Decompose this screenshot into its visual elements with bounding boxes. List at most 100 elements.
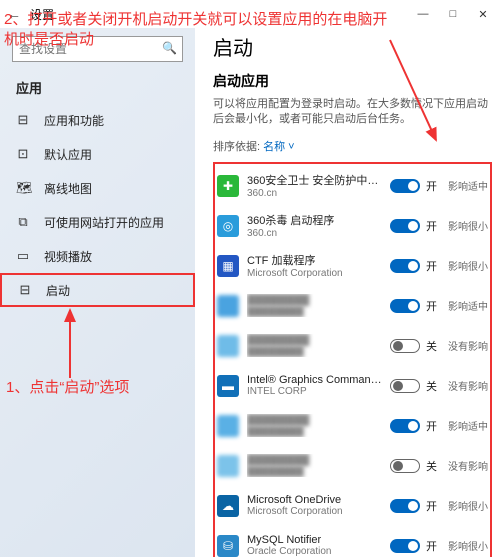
startup-toggle[interactable] bbox=[390, 339, 420, 353]
sidebar-item-label: 可使用网站打开的应用 bbox=[44, 214, 164, 231]
impact-label: 没有影响 bbox=[448, 458, 488, 473]
impact-label: 影响很小 bbox=[448, 258, 488, 273]
maximize-button[interactable]: □ bbox=[438, 0, 468, 28]
settings-window: ← 设置 — □ ✕ 🔍 应用 ⊟应用和功能⊡默认应用🗺离线地图⧉可使用网站打开… bbox=[0, 0, 500, 557]
app-name: ████████ bbox=[247, 414, 382, 426]
sidebar-item-label: 视频播放 bbox=[44, 248, 92, 265]
startup-apps-list: ✚ 360安全卫士 安全防护中心模块 360.cn 开 影响适中 ◎ 360杀毒… bbox=[213, 162, 492, 557]
startup-toggle[interactable] bbox=[390, 419, 420, 433]
section-title: 启动应用 bbox=[213, 71, 492, 91]
app-publisher: 360.cn bbox=[247, 188, 382, 199]
sidebar-item-5[interactable]: ⊟启动 bbox=[0, 273, 195, 307]
toggle-state-label: 关 bbox=[426, 458, 440, 474]
sidebar-item-icon: ⊟ bbox=[16, 112, 30, 128]
app-publisher: ████████ bbox=[247, 346, 382, 357]
app-text: ████████ ████████ bbox=[247, 294, 382, 317]
toggle-state-label: 开 bbox=[426, 298, 440, 314]
sort-row[interactable]: 排序依据: 名称 ˅ bbox=[213, 138, 492, 154]
sidebar: 🔍 应用 ⊟应用和功能⊡默认应用🗺离线地图⧉可使用网站打开的应用▭视频播放⊟启动 bbox=[0, 28, 195, 557]
app-text: 360安全卫士 安全防护中心模块 360.cn bbox=[247, 172, 382, 199]
app-publisher: INTEL CORP bbox=[247, 386, 382, 397]
impact-label: 影响很小 bbox=[448, 538, 488, 553]
app-icon: ✚ bbox=[217, 175, 239, 197]
app-publisher: Microsoft Corporation bbox=[247, 268, 382, 279]
sidebar-item-label: 离线地图 bbox=[44, 180, 92, 197]
sort-value[interactable]: 名称 ˅ bbox=[263, 141, 294, 153]
app-text: ████████ ████████ bbox=[247, 334, 382, 357]
impact-label: 影响适中 bbox=[448, 298, 488, 313]
app-text: MySQL Notifier Oracle Corporation bbox=[247, 534, 382, 557]
app-row: ████████ ████████ 开 影响适中 bbox=[217, 286, 488, 326]
app-name: Microsoft OneDrive bbox=[247, 494, 382, 506]
back-button[interactable]: ← bbox=[2, 6, 26, 22]
sidebar-item-label: 默认应用 bbox=[44, 146, 92, 163]
app-text: ████████ ████████ bbox=[247, 414, 382, 437]
toggle-state-label: 关 bbox=[426, 338, 440, 354]
app-icon bbox=[217, 295, 239, 317]
sidebar-item-3[interactable]: ⧉ 可使用网站打开的应用 bbox=[0, 205, 195, 239]
app-name: ████████ bbox=[247, 454, 382, 466]
app-text: CTF 加载程序 Microsoft Corporation bbox=[247, 252, 382, 279]
app-name: Intel® Graphics Command Center S... bbox=[247, 374, 382, 386]
app-publisher: Oracle Corporation bbox=[247, 546, 382, 557]
impact-label: 没有影响 bbox=[448, 378, 488, 393]
app-publisher: ████████ bbox=[247, 426, 382, 437]
toggle-state-label: 开 bbox=[426, 258, 440, 274]
startup-toggle[interactable] bbox=[390, 539, 420, 553]
app-publisher: Microsoft Corporation bbox=[247, 506, 382, 517]
sidebar-item-icon: ⊡ bbox=[16, 146, 30, 162]
startup-toggle[interactable] bbox=[390, 459, 420, 473]
app-name: MySQL Notifier bbox=[247, 534, 382, 546]
toggle-state-label: 开 bbox=[426, 538, 440, 554]
startup-toggle[interactable] bbox=[390, 179, 420, 193]
sort-label: 排序依据: bbox=[213, 141, 260, 153]
impact-label: 影响很小 bbox=[448, 218, 488, 233]
impact-label: 影响很小 bbox=[448, 498, 488, 513]
app-icon bbox=[217, 415, 239, 437]
toggle-state-label: 关 bbox=[426, 378, 440, 394]
app-icon: ◎ bbox=[217, 215, 239, 237]
app-row: ████████ ████████ 关 没有影响 bbox=[217, 446, 488, 486]
main-content: 启动 启动应用 可以将应用配置为登录时启动。在大多数情况下应用启动后会最小化，或… bbox=[195, 28, 500, 557]
startup-toggle[interactable] bbox=[390, 499, 420, 513]
sidebar-item-2[interactable]: 🗺 离线地图 bbox=[0, 171, 195, 205]
toggle-state-label: 开 bbox=[426, 498, 440, 514]
description-text: 可以将应用配置为登录时启动。在大多数情况下应用启动后会最小化，或者可能只启动后台… bbox=[213, 97, 492, 128]
sidebar-item-0[interactable]: ⊟ 应用和功能 bbox=[0, 103, 195, 137]
toggle-state-label: 开 bbox=[426, 218, 440, 234]
startup-toggle[interactable] bbox=[390, 259, 420, 273]
search-input[interactable] bbox=[12, 36, 183, 62]
app-name: ████████ bbox=[247, 294, 382, 306]
toggle-state-label: 开 bbox=[426, 418, 440, 434]
app-row: ✚ 360安全卫士 安全防护中心模块 360.cn 开 影响适中 bbox=[217, 166, 488, 206]
app-icon: ☁ bbox=[217, 495, 239, 517]
page-title: 启动 bbox=[213, 32, 492, 61]
app-publisher: ████████ bbox=[247, 306, 382, 317]
app-name: ████████ bbox=[247, 334, 382, 346]
toggle-state-label: 开 bbox=[426, 178, 440, 194]
startup-toggle[interactable] bbox=[390, 299, 420, 313]
minimize-button[interactable]: — bbox=[408, 0, 438, 28]
impact-label: 没有影响 bbox=[448, 338, 488, 353]
app-row: ████████ ████████ 开 影响适中 bbox=[217, 406, 488, 446]
app-name: 360安全卫士 安全防护中心模块 bbox=[247, 172, 382, 188]
sidebar-item-icon: ⧉ bbox=[16, 214, 30, 230]
app-icon: ▬ bbox=[217, 375, 239, 397]
app-row: ☁ Microsoft OneDrive Microsoft Corporati… bbox=[217, 486, 488, 526]
startup-toggle[interactable] bbox=[390, 379, 420, 393]
impact-label: 影响适中 bbox=[448, 178, 488, 193]
close-button[interactable]: ✕ bbox=[468, 0, 498, 28]
sidebar-item-1[interactable]: ⊡ 默认应用 bbox=[0, 137, 195, 171]
app-row: ◎ 360杀毒 启动程序 360.cn 开 影响很小 bbox=[217, 206, 488, 246]
sidebar-item-icon: ▭ bbox=[16, 248, 30, 264]
sidebar-item-icon: ⊟ bbox=[18, 282, 32, 298]
sidebar-item-label: 应用和功能 bbox=[44, 112, 104, 129]
app-name: 360杀毒 启动程序 bbox=[247, 212, 382, 228]
sidebar-item-4[interactable]: ▭ 视频播放 bbox=[0, 239, 195, 273]
app-text: 360杀毒 启动程序 360.cn bbox=[247, 212, 382, 239]
startup-toggle[interactable] bbox=[390, 219, 420, 233]
window-title: 设置 bbox=[26, 6, 408, 23]
app-icon: ▦ bbox=[217, 255, 239, 277]
impact-label: 影响适中 bbox=[448, 418, 488, 433]
sidebar-item-icon: 🗺 bbox=[16, 180, 30, 196]
